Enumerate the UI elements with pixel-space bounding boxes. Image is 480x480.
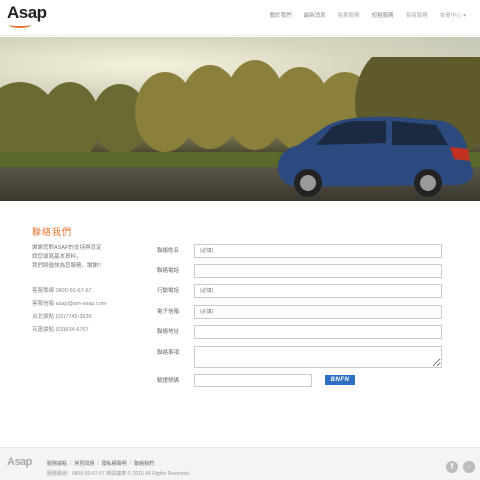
site-header: Asap 關於我們 最新消息 租車服務 短租服務 長租服務 會員中心 ▾: [0, 0, 480, 36]
phone-label: 聯絡電話: [157, 268, 180, 274]
nav-item-short-term[interactable]: 短租服務: [366, 11, 400, 19]
footer-link-privacy[interactable]: 隱私權聲明: [102, 460, 127, 467]
contact-details: 客服專線 0800-50-67-67 客服信箱 asap@am-asap.com…: [32, 287, 152, 339]
intro-line: 我們將儘快為您服務，謝謝!!: [32, 263, 102, 269]
facebook-icon[interactable]: f: [446, 461, 458, 473]
nav-item-news[interactable]: 最新消息: [298, 11, 332, 19]
footer-link-locations[interactable]: 服務據點: [47, 460, 67, 467]
hero-banner: [0, 37, 480, 201]
intro-line: 謝謝您對ASAP的支持與肯定: [32, 245, 102, 251]
site-footer: Asap 服務據點 | 常見問題 | 隱私權聲明 | 聯絡我們 服務專線：080…: [0, 447, 480, 480]
contact-taipei: 台北據點 (02)7745-3939: [32, 314, 92, 320]
main-nav: 關於我們 最新消息 租車服務 短租服務 長租服務 會員中心 ▾: [264, 11, 472, 19]
footer-separator: |: [70, 460, 72, 466]
email-field[interactable]: [194, 305, 442, 319]
mobile-field[interactable]: [194, 284, 442, 298]
car-image: [277, 116, 473, 197]
contact-section: 聯絡我們 謝謝您對ASAP的支持與肯定 請您填寫基本資料， 我們將儘快為您服務，…: [0, 201, 480, 447]
captcha-label: 驗證號碼: [157, 378, 180, 384]
message-textarea[interactable]: [194, 346, 442, 368]
page-title: 聯絡我們: [32, 227, 73, 237]
email-label: 電子信箱: [157, 309, 180, 315]
contact-hotline: 客服專線 0800-50-67-67: [32, 288, 92, 294]
footer-logo[interactable]: Asap: [7, 456, 32, 468]
nav-item-rental[interactable]: 租車服務: [332, 11, 366, 19]
footer-link-faq[interactable]: 常見問題: [74, 460, 94, 467]
intro-text: 謝謝您對ASAP的支持與肯定 請您填寫基本資料， 我們將儘快為您服務，謝謝!!: [32, 244, 142, 271]
line-icon[interactable]: ◌: [463, 461, 475, 473]
intro-line: 請您填寫基本資料，: [32, 254, 82, 260]
footer-separator: |: [129, 460, 131, 466]
nav-item-member[interactable]: 會員中心 ▾: [434, 11, 472, 19]
footer-link-contact[interactable]: 聯絡我們: [134, 460, 154, 467]
name-label: 聯絡姓名: [157, 248, 180, 254]
nav-item-about[interactable]: 關於我們: [264, 11, 298, 19]
address-label: 聯絡地址: [157, 329, 180, 335]
contact-email[interactable]: 客服信箱 asap@am-asap.com: [32, 300, 152, 313]
footer-copyright: 服務專線：0800-50-67-67 新凱瑞車 © 2015 All Right…: [47, 471, 191, 477]
mobile-label: 行動電話: [157, 288, 180, 294]
site-logo[interactable]: Asap: [7, 3, 47, 23]
contact-hualien: 花蓮據點 (03)834-6767: [32, 327, 89, 333]
name-field[interactable]: [194, 244, 442, 258]
message-label: 聯絡事項: [157, 350, 180, 356]
captcha-image[interactable]: BNFN: [325, 375, 355, 385]
nav-item-long-term[interactable]: 長租服務: [400, 11, 434, 19]
logo-swoosh-icon: [9, 22, 31, 28]
address-field[interactable]: [194, 325, 442, 339]
phone-field[interactable]: [194, 264, 442, 278]
footer-links: 服務據點 | 常見問題 | 隱私權聲明 | 聯絡我們: [47, 460, 154, 467]
footer-separator: |: [97, 460, 99, 466]
captcha-input[interactable]: [194, 374, 312, 387]
